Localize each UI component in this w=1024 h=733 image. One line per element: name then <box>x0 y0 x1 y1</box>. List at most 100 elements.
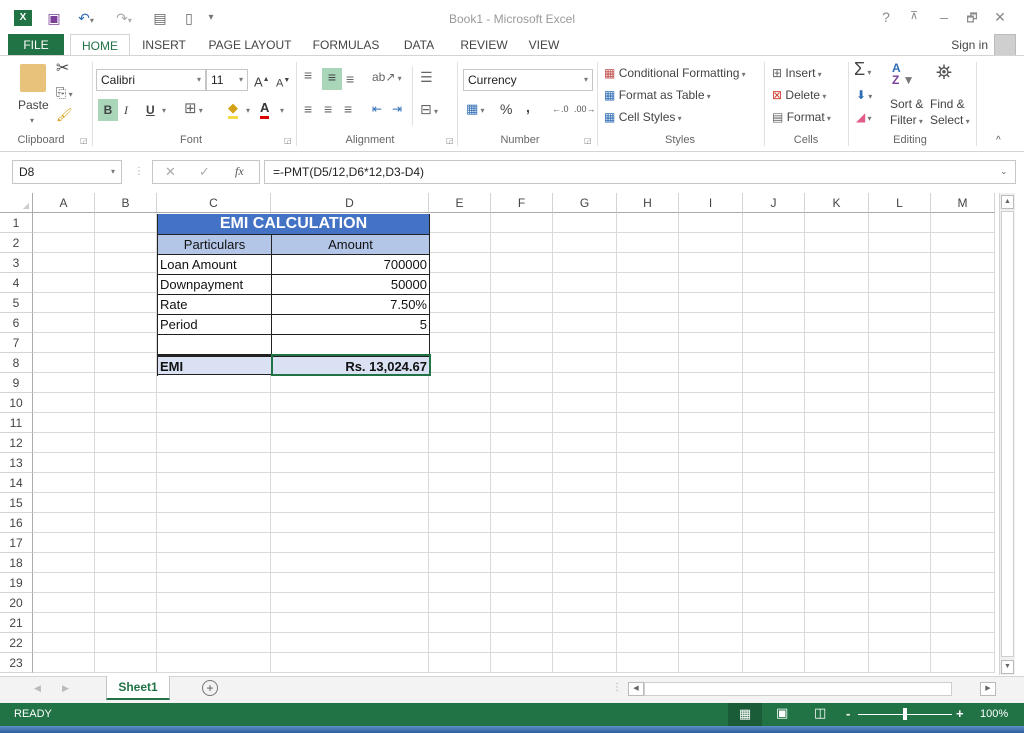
name-box[interactable]: D8 ▾ <box>12 160 122 184</box>
minimize-button[interactable]: – <box>934 9 954 25</box>
cell-i5[interactable] <box>679 293 743 313</box>
cell-a16[interactable] <box>33 513 95 533</box>
cell-f12[interactable] <box>491 433 553 453</box>
increase-decimal-button[interactable]: ←.0 <box>552 100 569 118</box>
row-header-17[interactable]: 17 <box>0 533 33 553</box>
format-painter-icon[interactable]: 🖌 <box>56 106 73 124</box>
cell-l3[interactable] <box>869 253 931 273</box>
zoom-level[interactable]: 100% <box>980 708 1008 720</box>
cell-h23[interactable] <box>617 653 679 673</box>
collapse-ribbon-icon[interactable]: ^ <box>996 132 1001 150</box>
cell-k12[interactable] <box>805 433 869 453</box>
cell-e2[interactable] <box>429 233 491 253</box>
cell-b13[interactable] <box>95 453 157 473</box>
prev-sheet-icon[interactable]: ◀ <box>34 683 41 694</box>
cell-m4[interactable] <box>931 273 995 293</box>
cell-i12[interactable] <box>679 433 743 453</box>
cut-icon[interactable]: ✂ <box>56 60 69 78</box>
next-sheet-icon[interactable]: ▶ <box>62 683 69 694</box>
vertical-scroll-thumb[interactable] <box>1001 211 1014 657</box>
cell-g20[interactable] <box>553 593 617 613</box>
cell-c18[interactable] <box>157 553 271 573</box>
cell-h13[interactable] <box>617 453 679 473</box>
cell-i14[interactable] <box>679 473 743 493</box>
cell-m6[interactable] <box>931 313 995 333</box>
format-as-table-button[interactable]: ▦ Format as Table ▾ <box>604 86 711 106</box>
cell-k10[interactable] <box>805 393 869 413</box>
cell-h4[interactable] <box>617 273 679 293</box>
cell-l10[interactable] <box>869 393 931 413</box>
cell-j22[interactable] <box>743 633 805 653</box>
cell-e16[interactable] <box>429 513 491 533</box>
cell-l9[interactable] <box>869 373 931 393</box>
cell-h1[interactable] <box>617 213 679 233</box>
cell-k6[interactable] <box>805 313 869 333</box>
table-row-value[interactable] <box>272 335 430 355</box>
cell-m10[interactable] <box>931 393 995 413</box>
help-button[interactable]: ? <box>876 9 896 25</box>
cell-k17[interactable] <box>805 533 869 553</box>
cell-m18[interactable] <box>931 553 995 573</box>
cell-b17[interactable] <box>95 533 157 553</box>
cell-d11[interactable] <box>271 413 429 433</box>
font-color-icon[interactable]: A <box>260 100 270 119</box>
row-header-9[interactable]: 9 <box>0 373 33 393</box>
cell-m5[interactable] <box>931 293 995 313</box>
cell-k5[interactable] <box>805 293 869 313</box>
cell-g9[interactable] <box>553 373 617 393</box>
cell-k13[interactable] <box>805 453 869 473</box>
find-select-button[interactable]: Find & Select ▾ <box>930 96 970 130</box>
row-header-14[interactable]: 14 <box>0 473 33 493</box>
cell-i21[interactable] <box>679 613 743 633</box>
cell-l4[interactable] <box>869 273 931 293</box>
merge-center-icon[interactable]: ⊟ ▾ <box>420 100 438 121</box>
row-header-11[interactable]: 11 <box>0 413 33 433</box>
cell-j3[interactable] <box>743 253 805 273</box>
cell-a9[interactable] <box>33 373 95 393</box>
sort-filter-button[interactable]: Sort & Filter ▾ <box>890 96 923 130</box>
cell-b22[interactable] <box>95 633 157 653</box>
cell-a18[interactable] <box>33 553 95 573</box>
cell-h3[interactable] <box>617 253 679 273</box>
cell-k20[interactable] <box>805 593 869 613</box>
cell-d9[interactable] <box>271 373 429 393</box>
cell-b7[interactable] <box>95 333 157 353</box>
cell-d12[interactable] <box>271 433 429 453</box>
table-row-label[interactable]: Period <box>158 315 272 335</box>
cell-d16[interactable] <box>271 513 429 533</box>
cell-g4[interactable] <box>553 273 617 293</box>
top-align-icon[interactable]: ≡ <box>304 66 312 84</box>
cell-j4[interactable] <box>743 273 805 293</box>
cell-e4[interactable] <box>429 273 491 293</box>
cell-k1[interactable] <box>805 213 869 233</box>
cell-f2[interactable] <box>491 233 553 253</box>
cell-c17[interactable] <box>157 533 271 553</box>
cell-j9[interactable] <box>743 373 805 393</box>
cell-g15[interactable] <box>553 493 617 513</box>
cell-a22[interactable] <box>33 633 95 653</box>
cell-i3[interactable] <box>679 253 743 273</box>
expand-formula-bar-icon[interactable]: ⌄ <box>1000 166 1008 177</box>
cell-i11[interactable] <box>679 413 743 433</box>
cell-a20[interactable] <box>33 593 95 613</box>
cell-h2[interactable] <box>617 233 679 253</box>
cell-k9[interactable] <box>805 373 869 393</box>
tab-formulas[interactable]: FORMULAS <box>308 34 384 56</box>
cell-l19[interactable] <box>869 573 931 593</box>
cell-b6[interactable] <box>95 313 157 333</box>
cell-l14[interactable] <box>869 473 931 493</box>
grow-font-button[interactable]: A▲ <box>254 71 270 91</box>
cell-k4[interactable] <box>805 273 869 293</box>
row-header-21[interactable]: 21 <box>0 613 33 633</box>
insert-cells-button[interactable]: ⊞ Insert ▾ <box>772 64 822 84</box>
cell-l17[interactable] <box>869 533 931 553</box>
cell-m9[interactable] <box>931 373 995 393</box>
borders-icon[interactable]: ⊞ ▾ <box>184 100 203 120</box>
cell-d19[interactable] <box>271 573 429 593</box>
cell-h18[interactable] <box>617 553 679 573</box>
row-header-1[interactable]: 1 <box>0 213 33 233</box>
cell-k18[interactable] <box>805 553 869 573</box>
horizontal-scroll-thumb[interactable] <box>644 682 952 696</box>
cell-m14[interactable] <box>931 473 995 493</box>
cell-e5[interactable] <box>429 293 491 313</box>
